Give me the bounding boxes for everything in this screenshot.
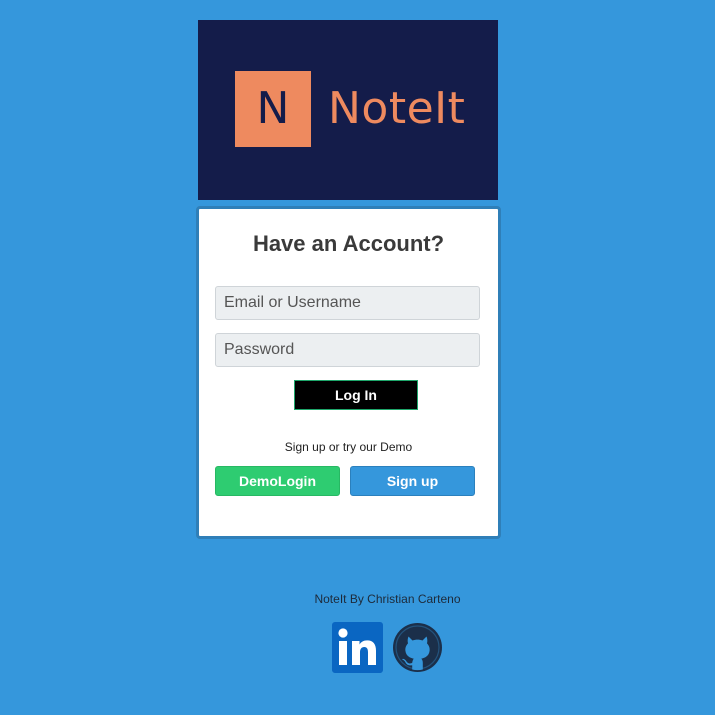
login-card: Have an Account? Log In Sign up or try o…	[196, 206, 501, 539]
linkedin-link[interactable]	[332, 622, 383, 673]
signup-button[interactable]: Sign up	[350, 466, 475, 496]
email-input[interactable]	[215, 286, 480, 320]
github-link[interactable]	[392, 622, 443, 673]
signup-hint: Sign up or try our Demo	[284, 440, 413, 454]
logo-text: NoteIt	[328, 83, 466, 134]
page: N NoteIt Have an Account? Log In Sign up…	[0, 0, 715, 715]
linkedin-icon	[332, 622, 383, 673]
demo-login-button[interactable]: DemoLogin	[215, 466, 340, 496]
password-input[interactable]	[215, 333, 480, 367]
github-icon	[393, 623, 442, 672]
logo-banner: N NoteIt	[198, 20, 498, 200]
login-button[interactable]: Log In	[294, 380, 418, 410]
login-title: Have an Account?	[252, 231, 445, 256]
logo-mark: N	[235, 71, 311, 147]
footer-credit: NoteIt By Christian Carteno	[314, 592, 461, 606]
